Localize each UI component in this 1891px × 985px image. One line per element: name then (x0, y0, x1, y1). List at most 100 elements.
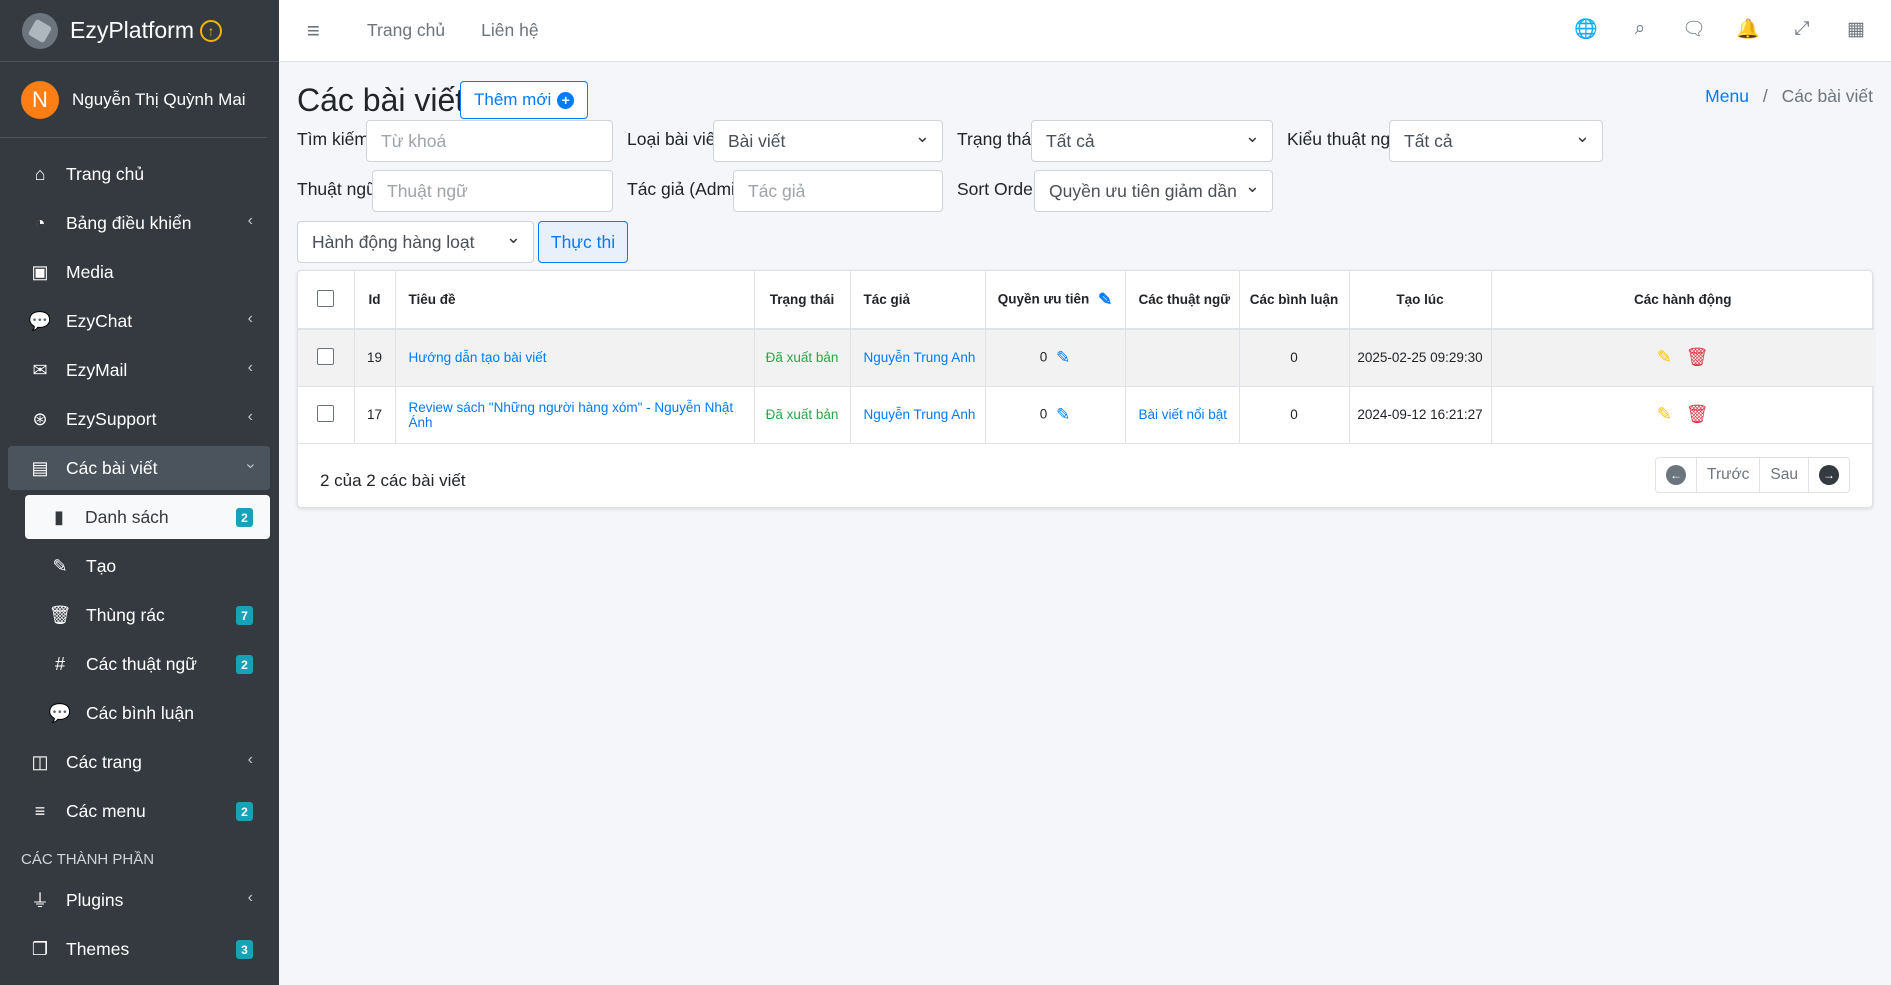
sidebar-item-themes[interactable]: ❐ Themes 3 (8, 927, 270, 971)
row-terms[interactable] (1125, 329, 1240, 387)
search-label: Tìm kiếm: (297, 129, 374, 149)
sidebar-item-posts[interactable]: ▤ Các bài viết ‹ (8, 446, 270, 490)
top-link-contact[interactable]: Liên hệ (481, 20, 538, 41)
edit-priority-icon[interactable]: ✎ (1056, 348, 1070, 368)
next-page-icon-button[interactable]: → (1809, 458, 1849, 492)
header-priority[interactable]: Quyền ưu tiên ✎ (985, 271, 1126, 330)
posts-card: Id Tiêu đề Trạng thái Tác giả Quyền ưu t… (297, 270, 1874, 508)
edit-icon[interactable]: ✎ (1098, 290, 1112, 310)
sort-order-select[interactable]: Quyền ưu tiên giảm dần (1034, 170, 1273, 212)
trash-icon[interactable]: 🗑 (1686, 404, 1709, 424)
sidebar-item-plugins[interactable]: ⏚ Plugins ‹ (8, 878, 270, 922)
sidebar-item-create[interactable]: ✎ Tạo (8, 544, 270, 588)
sidebar-item-home[interactable]: ⌂ Trang chủ (8, 152, 270, 196)
sidebar-item-pages[interactable]: ◫ Các trang ‹ (8, 740, 270, 784)
home-icon: ⌂ (34, 163, 46, 184)
topbar: ≡ Trang chủ Liên hệ 🌐 ⌕ 🗨 🔔 ⤢ ▦ (279, 0, 1891, 62)
add-new-button[interactable]: Thêm mới + (460, 81, 589, 119)
row-created: 2025-02-25 09:29:30 (1349, 329, 1492, 387)
sidebar-item-media[interactable]: ▣ Media (8, 250, 270, 294)
row-id: 19 (354, 329, 396, 387)
bulk-action-select[interactable]: Hành động hàng loạt (297, 221, 534, 263)
upgrade-icon[interactable]: ↑ (199, 19, 222, 42)
chat-icon[interactable]: 🗨 (1682, 18, 1706, 40)
sidebar-item-ezysupport[interactable]: ⊛ EzySupport ‹ (8, 397, 270, 441)
breadcrumb-separator: / (1762, 86, 1768, 106)
sidebar: EzyPlatform ↑ N Nguyễn Thị Quỳnh Mai ⌂ T… (0, 0, 279, 985)
avatar: N (21, 80, 59, 119)
select-all-checkbox[interactable] (317, 289, 335, 307)
trash-icon[interactable]: 🗑 (1686, 347, 1709, 367)
header-author[interactable]: Tác giả (850, 271, 986, 330)
header-status[interactable]: Trạng thái (754, 271, 851, 330)
fullscreen-icon[interactable]: ⤢ (1791, 18, 1813, 40)
term-label: Thuật ngữ: (297, 179, 383, 199)
chat-icon: 💬 (28, 310, 52, 331)
header-created[interactable]: Tạo lúc (1349, 271, 1492, 330)
pencil-icon[interactable]: ✎ (1657, 347, 1672, 367)
header-select-all[interactable] (298, 271, 355, 330)
sidebar-section-header: CÁC THÀNH PHẦN (21, 851, 155, 868)
sidebar-item-terms[interactable]: # Các thuật ngữ 2 (8, 642, 270, 686)
edit-icon: ✎ (52, 555, 68, 576)
edit-priority-icon[interactable]: ✎ (1056, 405, 1070, 425)
hashtag-icon: # (54, 653, 65, 674)
hamburger-icon[interactable]: ≡ (307, 18, 331, 44)
row-select-cell (298, 386, 355, 444)
sidebar-item-label: Plugins (66, 889, 124, 910)
status-select[interactable]: Tất cả (1031, 120, 1273, 162)
count-badge: 2 (236, 508, 253, 527)
chevron-left-icon: ‹ (247, 212, 253, 229)
count-badge: 7 (236, 606, 253, 625)
sidebar-nav: ⌂ Trang chủ ◔ Bảng điều khiển ‹ ▣ Media … (0, 138, 279, 971)
header-comments[interactable]: Các bình luận (1239, 271, 1350, 330)
count-badge: 2 (236, 802, 253, 821)
author-input[interactable]: Tác giả (733, 170, 943, 212)
row-author-link[interactable]: Nguyễn Trung Anh (850, 386, 986, 444)
apps-grid-icon[interactable]: ▦ (1845, 18, 1867, 40)
sidebar-item-comments[interactable]: 💬 Các bình luận (8, 691, 270, 735)
clone-icon: ❐ (31, 938, 49, 959)
prev-page-button[interactable]: Trước (1697, 458, 1761, 492)
dashboard-icon: ◔ (34, 212, 46, 233)
next-page-button[interactable]: Sau (1760, 458, 1809, 492)
pencil-icon[interactable]: ✎ (1657, 404, 1672, 424)
row-title-link[interactable]: Hướng dẫn tạo bài viết (395, 329, 755, 387)
bell-icon[interactable]: 🔔 (1736, 18, 1760, 40)
run-button[interactable]: Thực thi (538, 221, 628, 263)
trash-icon: 🗑 (48, 604, 72, 625)
comments-icon: 💬 (48, 702, 72, 723)
row-terms-link[interactable]: Bài viết nổi bật (1125, 386, 1240, 444)
row-checkbox[interactable] (317, 347, 335, 365)
sidebar-item-dashboard[interactable]: ◔ Bảng điều khiển ‹ (8, 201, 270, 245)
sidebar-item-post-list[interactable]: ▮ Danh sách 2 (25, 495, 270, 539)
sidebar-item-label: Các bình luận (86, 702, 194, 723)
breadcrumb-link-menu[interactable]: Menu (1705, 86, 1749, 106)
chevron-left-icon: ‹ (247, 310, 253, 327)
chevron-left-icon: ‹ (247, 751, 253, 768)
header-id[interactable]: Id (354, 271, 396, 330)
sidebar-item-ezychat[interactable]: 💬 EzyChat ‹ (8, 299, 270, 343)
header-terms[interactable]: Các thuật ngữ (1125, 271, 1240, 330)
sidebar-item-label: EzyChat (66, 310, 133, 331)
sidebar-item-menus[interactable]: ≡ Các menu 2 (8, 789, 270, 833)
post-type-select[interactable]: Bài viết (713, 120, 943, 162)
globe-icon[interactable]: 🌐 (1574, 18, 1598, 40)
search-input[interactable]: Từ khoá (366, 120, 613, 162)
row-actions: ✎ 🗑 (1491, 329, 1874, 387)
search-icon[interactable]: ⌕ (1629, 18, 1651, 40)
term-type-select[interactable]: Tất cả (1389, 120, 1603, 162)
row-author-link[interactable]: Nguyễn Trung Anh (850, 329, 986, 387)
top-link-home[interactable]: Trang chủ (367, 20, 445, 41)
header-title[interactable]: Tiêu đề (395, 271, 755, 330)
row-checkbox[interactable] (317, 404, 335, 422)
brand[interactable]: EzyPlatform ↑ (0, 0, 279, 62)
table-header-row: Id Tiêu đề Trạng thái Tác giả Quyền ưu t… (298, 271, 1874, 330)
sidebar-item-trash[interactable]: 🗑 Thùng rác 7 (8, 593, 270, 637)
term-input[interactable]: Thuật ngữ (372, 170, 613, 212)
table-row: 17 Review sách "Những người hàng xóm" - … (298, 386, 1874, 444)
row-title-link[interactable]: Review sách "Những người hàng xóm" - Ngu… (395, 386, 755, 444)
prev-page-icon-button[interactable]: ← (1656, 458, 1698, 492)
sidebar-item-ezymail[interactable]: ✉ EzyMail ‹ (8, 348, 270, 392)
user-panel[interactable]: N Nguyễn Thị Quỳnh Mai (0, 62, 267, 138)
